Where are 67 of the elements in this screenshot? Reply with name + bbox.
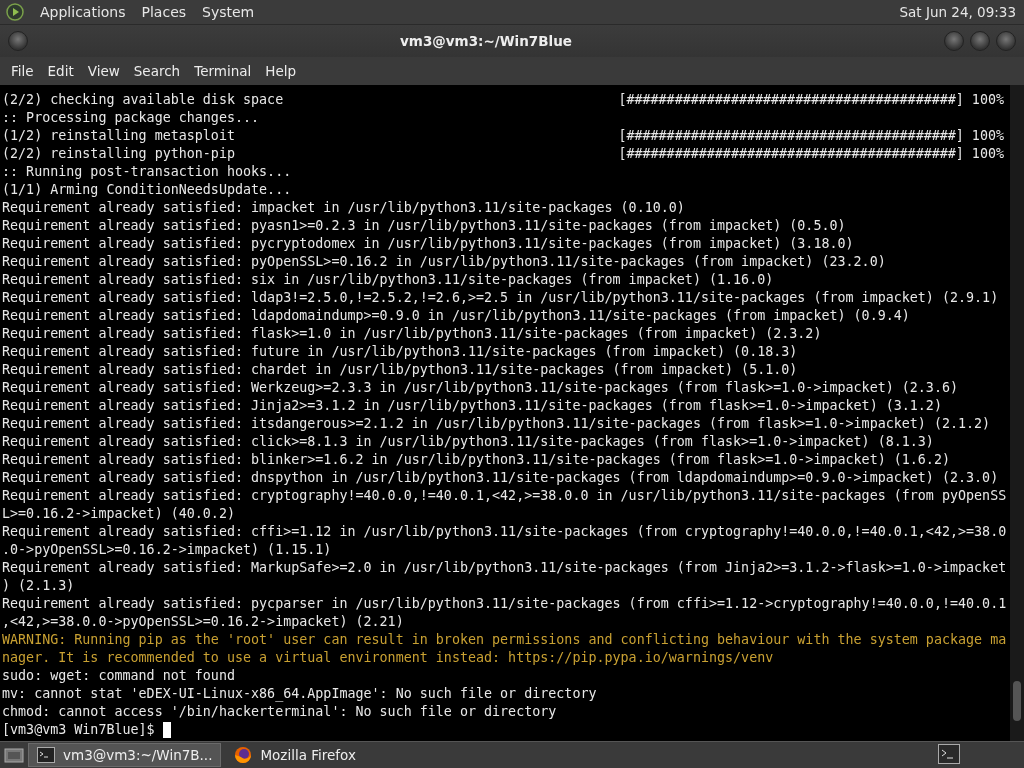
terminal-line: Requirement already satisfied: pycryptodomex in /usr/lib/python3.11/site-packages (from impacket) (3.18.0) <box>2 235 854 253</box>
terminal-line: Requirement already satisfied: pyasn1>=0.2.3 in /usr/lib/python3.11/site-packages (from impacket) (0.5.0) <box>2 217 846 235</box>
menu-item[interactable]: Terminal <box>187 63 259 79</box>
terminal-line: (2/2) checking available disk space <box>2 91 284 109</box>
terminal-line: Requirement already satisfied: MarkupSafe>=2.0 in /usr/lib/python3.11/site-packages (from Jinja2>=3.1.2->flask>=1.0->impacket <box>2 559 1007 577</box>
terminal-line: Requirement already satisfied: future in /usr/lib/python3.11/site-packages (from impacket) (0.18.3) <box>2 343 798 361</box>
progress-bar-text: [#########################################] <box>618 127 964 145</box>
terminal-line: :: Processing package changes... <box>2 109 260 127</box>
desktop-icon[interactable] <box>4 746 24 764</box>
warning-line: nager. It is recommended to use a virtual environment instead: https://pip.pypa.io/warnings/venv <box>2 649 774 667</box>
panel-menu[interactable]: Applications <box>40 4 126 20</box>
terminal-line: (2/2) reinstalling python-pip <box>2 145 235 163</box>
terminal-line: Requirement already satisfied: chardet in /usr/lib/python3.11/site-packages (from impacket) (5.1.0) <box>2 361 798 379</box>
progress-percent: 100% <box>971 91 1004 109</box>
terminal-line: Requirement already satisfied: click>=8.1.3 in /usr/lib/python3.11/site-packages (from flask>=1.0->impacket) (8.1.3) <box>2 433 934 451</box>
menu-item[interactable]: Search <box>126 63 188 79</box>
clock[interactable]: Sat Jun 24, 09:33 <box>899 4 1016 20</box>
terminal-line: Requirement already satisfied: blinker>=1.6.2 in /usr/lib/python3.11/site-packages (from flask>=1.0->impacket) (1.6.2) <box>2 451 950 469</box>
terminal-line: Requirement already satisfied: impacket in /usr/lib/python3.11/site-packages (0.10.0) <box>2 199 685 217</box>
terminal-line: (1/1) Arming ConditionNeedsUpdate... <box>2 181 292 199</box>
minimize-button[interactable] <box>944 31 964 51</box>
terminal-line: Requirement already satisfied: ldapdomaindump>=0.9.0 in /usr/lib/python3.11/site-packages (from impacket) (0.9.4) <box>2 307 910 325</box>
terminal-line: ) (2.1.3) <box>2 577 75 595</box>
terminal-line: Requirement already satisfied: Jinja2>=3.1.2 in /usr/lib/python3.11/site-packages (from flask>=1.0->impacket) (3.1.2) <box>2 397 942 415</box>
panel-menu[interactable]: Places <box>141 4 187 20</box>
terminal-line: L>=0.16.2->impacket) (40.0.2) <box>2 505 235 523</box>
terminal-line: Requirement already satisfied: cryptography!=40.0.0,!=40.0.1,<42,>=38.0.0 in /usr/lib/python3.11/site-packages (from pyOpenSS <box>2 487 1007 505</box>
taskbar-task[interactable]: vm3@vm3:~/Win7B... <box>28 743 222 767</box>
text-cursor <box>162 722 171 738</box>
terminal-line: Requirement already satisfied: itsdangerous>=2.1.2 in /usr/lib/python3.11/site-packages (from flask>=1.0->impacket) (2.1.2) <box>2 415 991 433</box>
terminal-icon <box>37 747 55 763</box>
menu-item[interactable]: Help <box>258 63 304 79</box>
terminal-line: Requirement already satisfied: Werkzeug>=2.3.3 in /usr/lib/python3.11/site-packages (from flask>=1.0->impacket) (2.3.6) <box>2 379 958 397</box>
terminal-line: Requirement already satisfied: six in /usr/lib/python3.11/site-packages (from impacket) (1.16.0) <box>2 271 774 289</box>
play-icon <box>6 3 24 21</box>
scrollbar[interactable] <box>1010 85 1024 741</box>
taskbar-task[interactable]: Mozilla Firefox <box>225 743 365 767</box>
progress-percent: 100% <box>971 145 1004 163</box>
window-menu-button[interactable] <box>8 31 28 51</box>
terminal-line: Requirement already satisfied: dnspython in /usr/lib/python3.11/site-packages (from ldapdomaindump>=0.9.0->impacket) (2.3.0) <box>2 469 999 487</box>
window-title: vm3@vm3:~/Win7Blue <box>399 33 573 49</box>
scrollbar-thumb[interactable] <box>1013 681 1021 721</box>
terminal-line: chmod: cannot access '/bin/hackerterminal': No such file or directory <box>2 703 557 721</box>
warning-line: WARNING: Running pip as the 'root' user can result in broken permissions and conflicting behaviour with the system package ma <box>2 631 1007 649</box>
progress-bar-text: [#########################################] <box>618 145 964 163</box>
shell-prompt: [vm3@vm3 Win7Blue]$ <box>2 721 155 739</box>
maximize-button[interactable] <box>970 31 990 51</box>
terminal-line: Requirement already satisfied: pycparser in /usr/lib/python3.11/site-packages (from cffi>=1.12->cryptography!=40.0.0,!=40.0.1 <box>2 595 1007 613</box>
terminal-line: ,<42,>=38.0.0->pyOpenSSL>=0.16.2->impacket) (2.21) <box>2 613 404 631</box>
close-button[interactable] <box>996 31 1016 51</box>
terminal-line: (1/2) reinstalling metasploit <box>2 127 235 145</box>
firefox-icon <box>234 746 253 764</box>
menu-item[interactable]: View <box>80 63 127 79</box>
terminal-tray-icon[interactable] <box>938 743 960 764</box>
terminal-line: Requirement already satisfied: flask>=1.0 in /usr/lib/python3.11/site-packages (from impacket) (2.3.2) <box>2 325 822 343</box>
progress-bar-text: [#########################################] <box>618 91 964 109</box>
terminal-line: Requirement already satisfied: pyOpenSSL>=0.16.2 in /usr/lib/python3.11/site-packages (from impacket) (23.2.0) <box>2 253 886 271</box>
terminal-line: .0->pyOpenSSL>=0.16.2->impacket) (1.15.1) <box>2 541 332 559</box>
terminal-line: mv: cannot stat 'eDEX-UI-Linux-x86_64.AppImage': No such file or directory <box>2 685 597 703</box>
terminal-line: Requirement already satisfied: ldap3!=2.5.0,!=2.5.2,!=2.6,>=2.5 in /usr/lib/python3.11/site-packages (from impacket) (2.9.1) <box>2 289 999 307</box>
menu-item[interactable]: Edit <box>40 63 81 79</box>
terminal-line: :: Running post-transaction hooks... <box>2 163 292 181</box>
terminal-line: sudo: wget: command not found <box>2 667 235 685</box>
terminal-line: Requirement already satisfied: cffi>=1.12 in /usr/lib/python3.11/site-packages (from cryptography!=40.0.0,!=40.0.1,<42,>=38.0 <box>2 523 1007 541</box>
progress-percent: 100% <box>971 127 1004 145</box>
menu-item[interactable]: File <box>4 63 41 79</box>
panel-menu[interactable]: System <box>202 4 255 20</box>
